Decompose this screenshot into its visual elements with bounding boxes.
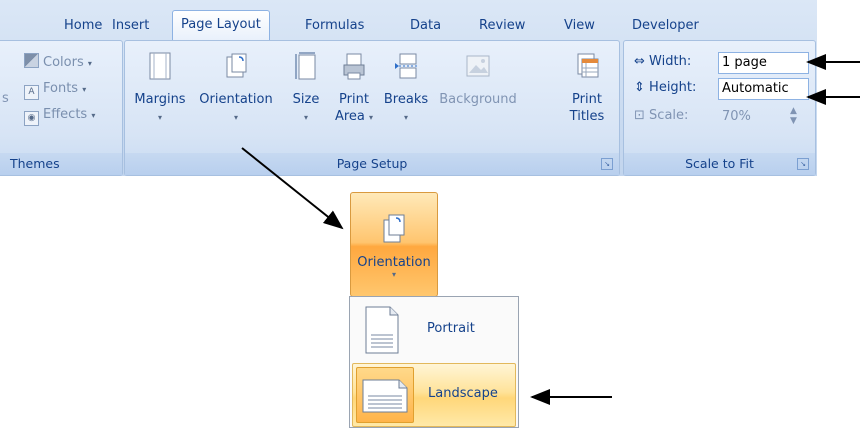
- page-setup-dialog-launcher[interactable]: ↘: [601, 158, 613, 170]
- orientation-popup-button[interactable]: Orientation ▾: [350, 192, 438, 297]
- breaks-label: Breaks: [383, 92, 429, 107]
- breaks-button[interactable]: Breaks ▾: [381, 51, 431, 126]
- themes-cut-letter: s: [2, 91, 9, 106]
- margins-icon: [149, 52, 171, 80]
- chevron-down-icon: ▾: [403, 113, 408, 122]
- effects-label: Effects: [43, 107, 88, 122]
- margins-button[interactable]: Margins ▾: [131, 51, 189, 126]
- print-titles-button[interactable]: Print Titles: [559, 51, 615, 125]
- orientation-menu: Portrait Landscape: [349, 296, 519, 428]
- fonts-label: Fonts: [43, 81, 79, 96]
- print-area-label-1: Print: [339, 92, 369, 107]
- chevron-down-icon: ▾: [91, 111, 96, 120]
- theme-effects-button[interactable]: ◉ Effects ▾: [24, 105, 96, 126]
- tab-formulas[interactable]: Formulas: [305, 14, 364, 38]
- theme-fonts-button[interactable]: A Fonts ▾: [24, 79, 87, 100]
- chevron-down-icon: ▾: [233, 113, 238, 122]
- tab-home[interactable]: Home: [64, 14, 102, 38]
- margins-label: Margins: [134, 92, 186, 107]
- portrait-label: Portrait: [427, 321, 475, 336]
- menu-item-portrait[interactable]: Portrait: [352, 299, 514, 361]
- landscape-page-icon: [362, 379, 408, 413]
- scale-icon: ⊡: [634, 108, 645, 123]
- ribbon-tabs: Home Insert Page Layout Formulas Data Re…: [0, 10, 817, 41]
- print-titles-icon: [577, 53, 599, 78]
- height-label: Height:: [649, 80, 697, 95]
- page-setup-group-label: Page Setup: [125, 153, 619, 175]
- orientation-popup-label: Orientation: [357, 255, 431, 270]
- width-label: Width:: [649, 54, 692, 69]
- portrait-page-icon: [365, 306, 399, 354]
- print-area-label-2: Area: [334, 109, 365, 124]
- spinner-arrows-icon[interactable]: ▲ ▼: [790, 106, 797, 126]
- chevron-down-icon: ▾: [82, 85, 87, 94]
- print-area-icon: [343, 53, 365, 80]
- chevron-down-icon: ▾: [87, 59, 92, 68]
- tab-view[interactable]: View: [564, 14, 595, 38]
- chevron-down-icon: ▾: [391, 270, 396, 279]
- colors-icon: [24, 53, 39, 68]
- themes-group-label: Themes: [0, 153, 122, 175]
- tab-page-layout[interactable]: Page Layout: [172, 10, 270, 41]
- tab-insert[interactable]: Insert: [112, 14, 149, 38]
- scale-to-fit-dialog-launcher[interactable]: ↘: [797, 158, 809, 170]
- width-icon: ⇔: [634, 54, 645, 69]
- height-select[interactable]: Automatic: [718, 78, 809, 100]
- height-icon: ⇕: [634, 80, 645, 95]
- page-size-icon: [295, 52, 316, 80]
- theme-colors-button[interactable]: Colors ▾: [24, 53, 92, 73]
- chevron-down-icon: ▾: [303, 113, 308, 122]
- height-row: ⇕ Height:: [634, 77, 696, 99]
- orientation-label: Orientation: [199, 92, 273, 107]
- scale-to-fit-group-label: Scale to Fit: [624, 153, 815, 175]
- effects-icon: ◉: [24, 111, 39, 126]
- orientation-icon: [226, 53, 247, 78]
- tab-data[interactable]: Data: [410, 14, 441, 38]
- scale-label: Scale:: [649, 108, 689, 123]
- chevron-down-icon: ▾: [369, 113, 374, 122]
- themes-group: s Colors ▾ A Fonts ▾ ◉ Effects ▾ Themes: [0, 40, 123, 176]
- width-select[interactable]: 1 page: [718, 52, 809, 74]
- orientation-icon: [383, 214, 405, 243]
- background-button[interactable]: Background: [433, 51, 523, 108]
- background-label: Background: [439, 92, 517, 107]
- print-titles-label-2: Titles: [569, 109, 605, 124]
- print-area-button[interactable]: Print Area ▾: [329, 51, 379, 126]
- print-titles-label-1: Print: [572, 92, 602, 107]
- scale-row: ⊡ Scale:: [634, 105, 688, 127]
- scale-spinner[interactable]: 70%: [718, 106, 773, 128]
- chevron-down-icon: ▾: [157, 113, 162, 122]
- landscape-label: Landscape: [428, 386, 498, 401]
- scale-to-fit-group: ⇔ Width: 1 page ⇕ Height: Automatic ⊡ Sc…: [623, 40, 816, 176]
- tab-review[interactable]: Review: [479, 14, 525, 38]
- width-row: ⇔ Width:: [634, 51, 691, 73]
- colors-label: Colors: [43, 55, 84, 70]
- size-label: Size: [292, 92, 320, 107]
- breaks-icon: [395, 53, 418, 79]
- page-setup-group: Margins ▾ Orientation ▾ Size ▾ Print Area ▾ …: [124, 40, 620, 176]
- tab-developer[interactable]: Developer: [632, 14, 699, 38]
- size-button[interactable]: Size ▾: [285, 51, 327, 126]
- orientation-button[interactable]: Orientation ▾: [189, 51, 283, 126]
- fonts-icon: A: [24, 85, 39, 100]
- background-icon: [466, 55, 490, 77]
- menu-item-landscape[interactable]: Landscape: [352, 363, 516, 427]
